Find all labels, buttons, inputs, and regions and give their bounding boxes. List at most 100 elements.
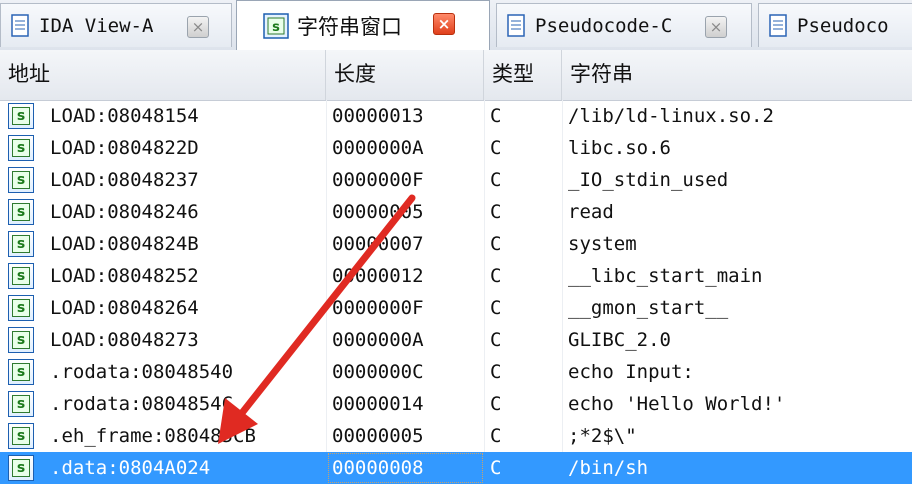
cell-string: GLIBC_2.0 (568, 329, 671, 351)
string-icon-letter: s (12, 203, 30, 221)
table-row[interactable]: s LOAD:08048246 00000005 Cread (0, 196, 912, 228)
table-row[interactable]: s LOAD:08048154 00000013 C/lib/ld-linux.so.… (0, 100, 912, 132)
cell-address: LOAD:08048252 (50, 265, 199, 287)
cell-type: C (490, 425, 502, 447)
cell-length: 0000000A (332, 329, 424, 351)
cell-length: 00000007 (332, 233, 424, 255)
string-type-icon: s (8, 391, 34, 417)
cell-string: _IO_stdin_used (568, 169, 729, 191)
tab-label: Pseudoco (797, 14, 889, 37)
cell-type: C (490, 297, 502, 319)
string-type-icon: s (8, 423, 34, 449)
focus-rectangle (328, 453, 483, 483)
cell-type: C (490, 201, 502, 223)
string-type-icon: s (8, 327, 34, 353)
string-type-icon: s (8, 263, 34, 289)
string-type-icon: s (8, 135, 34, 161)
cell-type: C (490, 265, 502, 287)
cell-length: 00000012 (332, 265, 424, 287)
cell-length: 0000000F (332, 169, 424, 191)
cell-address: .rodata:08048540 (50, 361, 234, 383)
cell-string: system (568, 233, 637, 255)
string-icon-letter: s (12, 459, 30, 477)
cell-type: C (490, 393, 502, 415)
document-icon (769, 13, 789, 38)
table-row[interactable]: s LOAD:08048264 0000000F C __gmon_start__ (0, 292, 912, 324)
tab-ida-view-a[interactable]: IDA View-A × (0, 3, 232, 47)
cell-string: ;*2$\" (568, 425, 637, 447)
cell-address: LOAD:0804822D (50, 137, 199, 159)
tab-label: Pseudocode-C (535, 14, 673, 37)
cell-string: /bin/sh (568, 457, 649, 479)
table-row[interactable]: s LOAD:0804824B 00000007 Csystem (0, 228, 912, 260)
table-row[interactable]: s .rodata:08048540 0000000C Cecho Input: (0, 356, 912, 388)
tab-strings-window[interactable]: s 字符串窗口 × (236, 0, 490, 50)
table-row[interactable]: s .rodata:0804854C 00000014 Cecho 'Hello Wo… (0, 388, 912, 420)
string-type-icon: s (8, 231, 34, 257)
cell-type: C (490, 361, 502, 383)
tab-label: 字符串窗口 (297, 14, 402, 39)
string-type-icon: s (8, 103, 34, 129)
cell-type: C (490, 329, 502, 351)
tab-pseudocode[interactable]: Pseudoco (758, 3, 912, 47)
svg-text:s: s (272, 20, 280, 35)
close-icon[interactable]: × (705, 16, 727, 38)
string-icon-letter: s (12, 107, 30, 125)
string-icon-letter: s (12, 331, 30, 349)
cell-length: 00000013 (332, 105, 424, 127)
cell-address: .data:0804A024 (50, 457, 211, 479)
string-type-icon: s (8, 167, 34, 193)
cell-type: C (490, 457, 502, 479)
column-header-address[interactable]: 地址 (0, 50, 326, 100)
table-row[interactable]: s LOAD:08048273 0000000A C GLIBC_2.0 (0, 324, 912, 356)
table-row[interactable]: s .eh_frame:080485CB 00000005 C ;*2$\" (0, 420, 912, 452)
string-icon-letter: s (12, 363, 30, 381)
cell-address: .rodata:0804854C (50, 393, 234, 415)
column-header-type[interactable]: 类型 (484, 50, 562, 100)
cell-string: /lib/ld-linux.so.2 (568, 105, 774, 127)
cell-string: __gmon_start__ (568, 297, 729, 319)
tab-pseudocode-c[interactable]: Pseudocode-C × (496, 3, 752, 47)
close-icon[interactable]: × (187, 16, 209, 38)
table-row[interactable]: s LOAD:08048252 00000012 C __libc_start_main (0, 260, 912, 292)
string-icon-letter: s (12, 395, 30, 413)
string-icon-letter: s (12, 139, 30, 157)
string-type-icon: s (8, 199, 34, 225)
cell-type: C (490, 169, 502, 191)
string-icon-letter: s (12, 427, 30, 445)
string-type-icon: s (8, 295, 34, 321)
cell-string: read (568, 201, 614, 223)
cell-type: C (490, 105, 502, 127)
column-header-string[interactable]: 字符串 (562, 50, 912, 100)
table-row[interactable]: s LOAD:0804822D 0000000A Clibc.so.6 (0, 132, 912, 164)
cell-address: LOAD:08048237 (50, 169, 199, 191)
cell-type: C (490, 137, 502, 159)
cell-length: 00000005 (332, 201, 424, 223)
close-icon[interactable]: × (433, 13, 455, 35)
cell-length: 0000000F (332, 297, 424, 319)
string-type-icon: s (8, 455, 34, 481)
table-row[interactable]: s .data:0804A024 00000008 C/bin/sh (0, 452, 912, 484)
cell-string: echo Input: (568, 361, 694, 383)
cell-address: LOAD:0804824B (50, 233, 199, 255)
cell-length: 0000000C (332, 361, 424, 383)
string-icon-letter: s (12, 235, 30, 253)
table-row[interactable]: s LOAD:08048237 0000000F C _IO_stdin_used (0, 164, 912, 196)
document-icon (11, 13, 31, 38)
tab-bar: IDA View-A × s 字符串窗口 × Pseudocode-C × Ps… (0, 0, 912, 51)
cell-length: 00000014 (332, 393, 424, 415)
cell-address: LOAD:08048154 (50, 105, 199, 127)
cell-address: .eh_frame:080485CB (50, 425, 256, 447)
strings-icon: s (263, 12, 289, 39)
cell-length: 00000005 (332, 425, 424, 447)
column-header: 地址 长度 类型 字符串 (0, 50, 912, 101)
column-header-length[interactable]: 长度 (326, 50, 484, 100)
string-type-icon: s (8, 359, 34, 385)
cell-string: libc.so.6 (568, 137, 671, 159)
cell-string: __libc_start_main (568, 265, 763, 287)
cell-address: LOAD:08048273 (50, 329, 199, 351)
cell-length: 0000000A (332, 137, 424, 159)
tab-label: IDA View-A (39, 14, 154, 37)
cell-string: echo 'Hello World!' (568, 393, 786, 415)
cell-type: C (490, 233, 502, 255)
